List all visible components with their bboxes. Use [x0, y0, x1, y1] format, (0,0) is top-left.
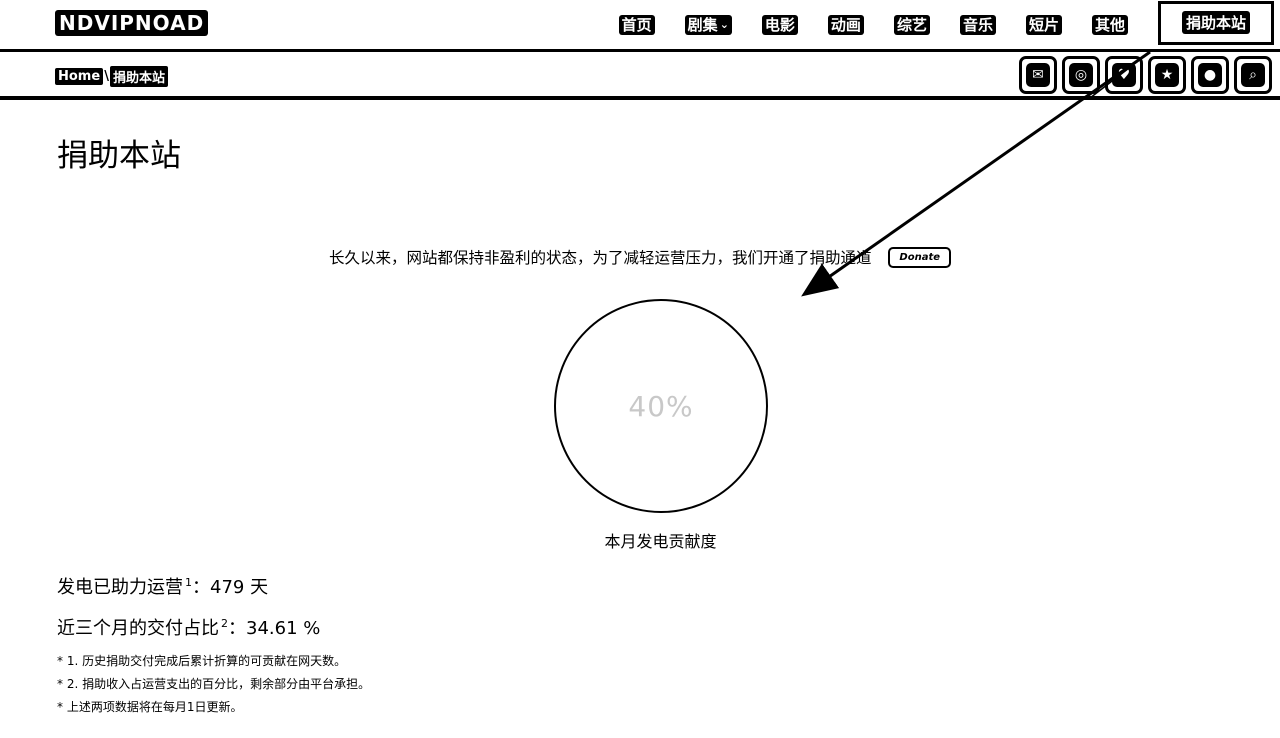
breadcrumb-separator: \: [104, 69, 109, 84]
search-icon: ⌕: [1241, 63, 1265, 87]
footnote-item: * 2. 捐助收入占运营支出的百分比，剩余部分由平台承担。: [57, 677, 371, 691]
weibo-icon: ◎: [1069, 63, 1093, 87]
nav-item-music[interactable]: 音乐: [959, 14, 996, 35]
toolbar-icons: ✉ ◎ ♥ ★ ● ⌕: [1014, 56, 1272, 94]
nav-item-variety[interactable]: 综艺: [893, 14, 930, 35]
nav-label: 其他: [1094, 15, 1125, 34]
page-title: 捐助本站: [57, 138, 181, 174]
stat-ratio-value: ：34.61 %: [228, 618, 321, 639]
stat-days-label: 发电已助力运营: [57, 577, 183, 598]
stat-days: 发电已助力运营 1：479 天: [57, 573, 268, 599]
footnote-item: * 1. 历史捐助交付完成后累计折算的可贡献在网天数。: [57, 654, 347, 668]
footnote-ref: 2: [221, 617, 228, 630]
contribution-gauge: 40%: [554, 299, 768, 513]
nav-label: 电影: [764, 15, 795, 34]
donate-button[interactable]: Donate: [888, 246, 952, 268]
star-icon: ★: [1155, 63, 1179, 87]
top-navbar: NDVIPNOAD 首页 剧集 ⌄ 电影 动画 综艺 音乐 短片 其他 捐助本站: [0, 0, 1280, 52]
nav-item-donate[interactable]: 捐助本站: [1158, 0, 1274, 45]
stat-ratio: 近三个月的交付占比 2：34.61 %: [57, 614, 320, 640]
nav-label: 剧集: [687, 15, 718, 34]
sub-bar: Home \ 捐助本站 ✉ ◎ ♥ ★ ● ⌕: [0, 52, 1280, 100]
main-nav: 首页 剧集 ⌄ 电影 动画 综艺 音乐 短片 其他 捐助本站: [618, 0, 1280, 49]
footnotes: * 1. 历史捐助交付完成后累计折算的可贡献在网天数。 * 2. 捐助收入占运营…: [57, 650, 370, 719]
nav-item-animation[interactable]: 动画: [827, 14, 864, 35]
breadcrumb-home[interactable]: Home: [55, 68, 104, 85]
gauge-percent: 40%: [628, 389, 694, 423]
breadcrumb-current: 捐助本站: [109, 66, 168, 87]
weibo-button[interactable]: ◎: [1062, 56, 1100, 94]
nav-label: 首页: [621, 15, 652, 34]
chevron-down-icon: ⌄: [719, 17, 729, 31]
nav-label: 动画: [830, 15, 861, 34]
intro-text: 长久以来，网站都保持非盈利的状态，为了减轻运营压力，我们开通了捐助通道: [328, 249, 872, 267]
user-button[interactable]: ●: [1191, 56, 1229, 94]
heart-icon: ♥: [1112, 63, 1136, 87]
donation-intro: 长久以来，网站都保持非盈利的状态，为了减轻运营压力，我们开通了捐助通道 Dona…: [0, 246, 1280, 268]
site-logo[interactable]: NDVIPNOAD: [55, 10, 209, 36]
nav-item-series[interactable]: 剧集 ⌄: [684, 14, 732, 35]
stat-ratio-label: 近三个月的交付占比: [57, 618, 219, 639]
breadcrumb: Home \ 捐助本站: [55, 66, 168, 87]
nav-label: 综艺: [896, 15, 927, 34]
search-button[interactable]: ⌕: [1234, 56, 1272, 94]
footnote-item: * 上述两项数据将在每月1日更新。: [57, 700, 243, 714]
nav-item-movies[interactable]: 电影: [761, 14, 798, 35]
mail-button[interactable]: ✉: [1019, 56, 1057, 94]
nav-item-home[interactable]: 首页: [618, 14, 655, 35]
mail-icon: ✉: [1026, 63, 1050, 87]
nav-label: 短片: [1028, 15, 1059, 34]
nav-label: 捐助本站: [1181, 11, 1250, 34]
stat-days-value: ：479 天: [192, 577, 269, 598]
nav-label: 音乐: [962, 15, 993, 34]
heart-button[interactable]: ♥: [1105, 56, 1143, 94]
gauge-label: 本月发电贡献度: [604, 532, 717, 551]
user-icon: ●: [1198, 63, 1222, 87]
star-button[interactable]: ★: [1148, 56, 1186, 94]
nav-item-other[interactable]: 其他: [1091, 14, 1128, 35]
footnote-ref: 1: [185, 576, 192, 589]
nav-item-shorts[interactable]: 短片: [1025, 14, 1062, 35]
